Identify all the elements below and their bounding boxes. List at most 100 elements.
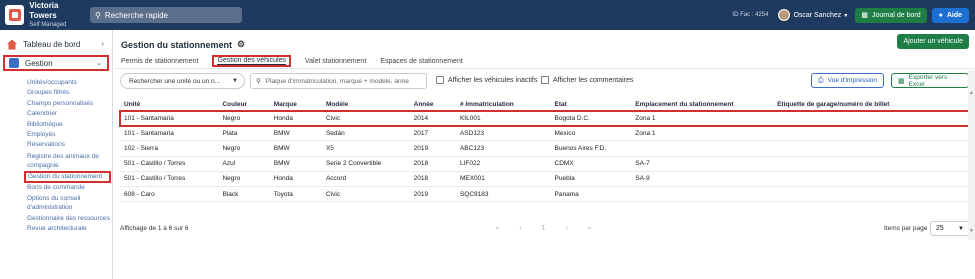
search-icon: ⚲	[256, 78, 261, 85]
tab-vehicle-management[interactable]: Gestion des véhicules	[212, 55, 291, 67]
sidebar-subitem-employees[interactable]: Employés	[27, 130, 111, 140]
sidebar-subitem-pets[interactable]: Registre des animaux de compagnie	[27, 151, 111, 171]
help-button[interactable]: ● Aide	[931, 7, 969, 23]
unit-select[interactable]: Rechercher une unité ou un n... ▼	[120, 73, 245, 89]
scroll-down-icon[interactable]: ▼	[969, 228, 974, 234]
add-vehicle-button[interactable]: Ajouter un véhicule	[897, 34, 969, 49]
sidebar-item-label: Gestion	[25, 58, 53, 68]
table-cell: Sedán	[325, 129, 345, 137]
inactive-vehicles-checkbox[interactable]: Afficher les véhicules inactifs	[436, 76, 537, 84]
sidebar-subitem-parking[interactable]: Gestion du stationnement	[24, 170, 111, 183]
table-cell: 2014	[413, 114, 429, 122]
table-cell: Bogota D.C.	[554, 114, 590, 122]
chevron-down-icon: ▼	[232, 78, 238, 84]
sidebar-subitem-library[interactable]: Bibliothèque	[27, 120, 111, 130]
help-button-label: Aide	[946, 11, 962, 19]
scroll-up-icon[interactable]: ▲	[969, 90, 974, 96]
print-view-label: Vue d'impression	[827, 77, 878, 84]
table-cell: 2018	[413, 175, 429, 183]
table-cell: Civic	[325, 190, 341, 198]
first-page-button[interactable]: «	[486, 225, 509, 232]
tab-label: Gestion des véhicules	[217, 57, 286, 65]
tab-parking-permits[interactable]: Permis de stationnement	[121, 55, 198, 67]
column-header[interactable]: Modèle	[322, 101, 410, 108]
pagination: « ‹ 1 › »	[486, 225, 601, 232]
export-excel-button[interactable]: ▦ Exporter vers Excel	[891, 73, 969, 88]
table-cell: Serie 2 Convertible	[325, 160, 382, 168]
table-cell: Mexico	[554, 129, 576, 137]
sidebar-subitem-architectural-review[interactable]: Revue architecturale	[27, 224, 111, 234]
column-header[interactable]: Étiquette de garage/numéro de billet	[773, 101, 970, 108]
table-cell: 608 - Caro	[124, 190, 155, 198]
tab-valet-parking[interactable]: Valet stationnement	[305, 55, 366, 67]
table-cell: 501 - Castillo / Torres	[124, 160, 186, 168]
table-row[interactable]: 608 - Caro Black Toyota Civic 2019 SQC9183 Pan…	[120, 187, 970, 203]
tab-parking-spaces[interactable]: Espaces de stationnement	[380, 55, 463, 67]
column-header[interactable]: # Immatriculation	[456, 101, 551, 108]
results-count: Affichage de 1 à 6 sur 6	[120, 225, 189, 232]
column-header[interactable]: Emplacement du stationnement	[631, 101, 773, 108]
chevron-down-icon: ▼	[958, 225, 964, 232]
sidebar-subitem-calendar[interactable]: Calendrier	[27, 109, 111, 119]
sidebar-subitem-units[interactable]: Unités/occupants	[27, 78, 111, 88]
brand-logo	[5, 5, 25, 25]
user-name[interactable]: Oscar Sanchez	[793, 12, 841, 19]
table-cell: Black	[222, 190, 239, 198]
journal-button[interactable]: ▩ Journal de bord	[855, 7, 927, 23]
column-header[interactable]: État	[551, 101, 632, 108]
info-icon: ●	[938, 11, 943, 19]
column-header[interactable]: Couleur	[218, 101, 269, 108]
brand[interactable]: Victoria Towers Self Managed	[0, 0, 86, 30]
last-page-button[interactable]: »	[578, 225, 601, 232]
table-row[interactable]: 102 - Sierra Negro BMW X5 2019 ABC123 Buenos A…	[120, 141, 970, 157]
table-cell: 2017	[413, 129, 429, 137]
table-cell: LIF022	[459, 160, 481, 168]
table-cell: 2019	[413, 190, 429, 198]
sidebar-subitem-groups[interactable]: Groupes filtrés	[27, 88, 111, 98]
page-title-text: Gestion du stationnement	[121, 39, 233, 50]
table-row[interactable]: 101 - Santamaria Plata BMW Sedán 2017 ASD123 M…	[120, 126, 970, 142]
table-row[interactable]: 501 - Castillo / Torres Azul BMW Serie 2 Co…	[120, 157, 970, 172]
per-page-value: 25	[936, 225, 944, 232]
table-cell: 102 - Sierra	[124, 144, 158, 152]
sidebar-item-dashboard[interactable]: Tableau de bord ›	[3, 37, 109, 52]
table-header: Unité Couleur Marque Modèle Année # Imma…	[120, 98, 970, 111]
table-cell: Buenos Aires F.D.	[554, 144, 607, 152]
sidebar-subitem-board-options[interactable]: Options du conseil d'administration	[27, 193, 111, 213]
checkbox-box[interactable]	[541, 76, 549, 84]
column-header[interactable]: Unité	[120, 101, 218, 108]
table-cell: Negro	[222, 114, 241, 122]
tabs-divider	[114, 68, 975, 69]
search-icon: ⚲	[95, 10, 101, 20]
page-number[interactable]: 1	[532, 225, 555, 232]
checkbox-box[interactable]	[436, 76, 444, 84]
sidebar-subitem-resources[interactable]: Gestionnaire des ressources	[27, 213, 111, 224]
sidebar-subitem-reservations[interactable]: Réservations	[27, 140, 111, 150]
table-cell: KIL001	[459, 114, 481, 122]
gear-icon[interactable]: ⚙	[237, 39, 245, 50]
chevron-down-icon[interactable]: ▾	[844, 12, 847, 19]
building-icon	[9, 58, 19, 68]
sidebar-subitem-custom-fields[interactable]: Champs personnalisés	[27, 99, 111, 109]
avatar[interactable]	[778, 9, 791, 21]
table-cell: Plata	[222, 129, 238, 137]
table-row[interactable]: 101 - Santamaria Negro Honda Civic 2014 KIL00…	[119, 109, 971, 128]
comments-checkbox[interactable]: Afficher les commentaires	[541, 76, 633, 84]
next-page-button[interactable]: ›	[555, 225, 578, 232]
vehicle-search-input[interactable]: ⚲ Plaque d'immatriculation, marque + mod…	[250, 73, 427, 89]
table-cell: Honda	[273, 114, 293, 122]
table-cell: 2018	[413, 160, 429, 168]
tabs: Permis de stationnement Gestion des véhi…	[121, 55, 477, 67]
prev-page-button[interactable]: ‹	[509, 225, 532, 232]
column-header[interactable]: Année	[410, 101, 456, 108]
table-cell: Azul	[222, 160, 236, 168]
column-header[interactable]: Marque	[270, 101, 322, 108]
sidebar-subitem-purchase-orders[interactable]: Bons de commande	[27, 183, 111, 193]
sidebar-item-gestion[interactable]: Gestion ⌄	[3, 55, 109, 71]
table-cell: 2019	[413, 144, 429, 152]
table-row[interactable]: 501 - Castillo / Torres Negro Honda Accord 2…	[120, 172, 970, 187]
per-page-label: Items par page	[884, 225, 928, 232]
quick-search-input[interactable]: ⚲ Recherche rapide	[90, 7, 242, 23]
print-view-button[interactable]: ⎙ Vue d'impression	[811, 73, 885, 88]
per-page-select[interactable]: 25 ▼	[930, 221, 970, 236]
